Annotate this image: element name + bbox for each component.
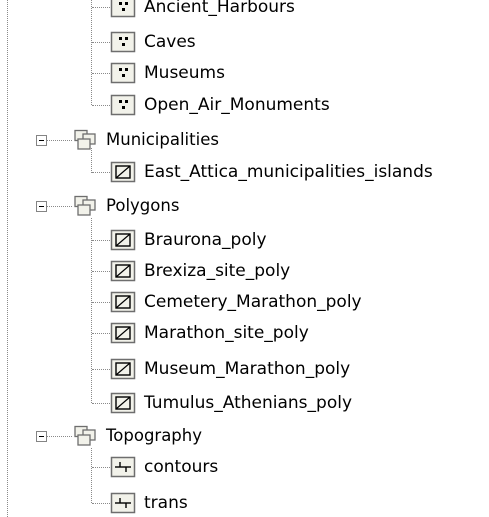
layer-item-polygon[interactable]: Cemetery_Marathon_poly (110, 287, 363, 317)
group-label: Polygons (106, 196, 180, 215)
layer-item-polygon[interactable]: Museum_Marathon_poly (110, 354, 351, 384)
collapse-toggle-icon[interactable] (36, 135, 47, 146)
layer-label: Marathon_site_poly (144, 323, 309, 343)
layer-item-point[interactable]: Museums (110, 58, 226, 88)
layer-item-line[interactable]: contours (110, 452, 219, 482)
layer-label: Brexiza_site_poly (144, 261, 291, 281)
layer-label: Open_Air_Monuments (144, 95, 330, 115)
layer-item-polygon[interactable]: East_Attica_municipalities_islands (110, 157, 434, 187)
layer-item-polygon[interactable]: Marathon_site_poly (110, 318, 310, 348)
layer-label: Tumulus_Athenians_poly (144, 393, 353, 413)
point-layer-icon (110, 94, 136, 116)
group-layer-icon (72, 195, 98, 217)
group-layer-icon (72, 425, 98, 447)
layer-label: Museum_Marathon_poly (144, 359, 351, 379)
polygon-layer-icon (110, 358, 136, 380)
layer-item-point[interactable]: Open_Air_Monuments (110, 90, 331, 120)
point-layer-icon (110, 0, 136, 18)
tree-branch-line (91, 218, 92, 403)
layer-label: contours (144, 457, 219, 477)
collapse-toggle-icon[interactable] (36, 201, 47, 212)
polygon-layer-icon (110, 392, 136, 414)
layer-item-point[interactable]: Ancient_Harbours (110, 0, 296, 22)
layer-label: Caves (144, 32, 196, 52)
tree-connector (92, 7, 110, 8)
line-layer-icon (110, 456, 136, 478)
tree-trunk-line (7, 0, 8, 517)
layer-item-point[interactable]: Caves (110, 27, 197, 57)
tree-connector (92, 302, 110, 303)
point-layer-icon (110, 62, 136, 84)
layer-tree: Ancient_Harbours Caves Museums Open_Air_… (0, 0, 489, 517)
tree-connector (92, 42, 110, 43)
polygon-layer-icon (110, 260, 136, 282)
layer-label: trans (144, 493, 188, 513)
tree-connector (92, 73, 110, 74)
group-item-topography[interactable]: Topography (72, 421, 203, 451)
tree-connector (92, 369, 110, 370)
group-layer-icon (72, 129, 98, 151)
layer-item-polygon[interactable]: Tumulus_Athenians_poly (110, 388, 353, 418)
tree-connector (92, 271, 110, 272)
layer-label: Cemetery_Marathon_poly (144, 292, 362, 312)
tree-connector (92, 240, 110, 241)
polygon-layer-icon (110, 291, 136, 313)
layer-label: Braurona_poly (144, 230, 267, 250)
polygon-layer-icon (110, 161, 136, 183)
tree-connector (92, 333, 110, 334)
group-item-municipalities[interactable]: Municipalities (72, 125, 220, 155)
layer-item-polygon[interactable]: Braurona_poly (110, 225, 268, 255)
group-label: Municipalities (106, 130, 219, 149)
tree-branch-line (91, 448, 92, 503)
tree-connector (92, 105, 110, 106)
line-layer-icon (110, 492, 136, 514)
layer-item-line[interactable]: trans (110, 488, 189, 517)
tree-branch-line (91, 0, 92, 105)
point-layer-icon (110, 31, 136, 53)
tree-connector (92, 467, 110, 468)
group-item-polygons[interactable]: Polygons (72, 191, 180, 221)
tree-connector (92, 503, 110, 504)
polygon-layer-icon (110, 322, 136, 344)
polygon-layer-icon (110, 229, 136, 251)
layer-label: Ancient_Harbours (144, 0, 295, 17)
tree-connector (92, 172, 110, 173)
layer-item-polygon[interactable]: Brexiza_site_poly (110, 256, 291, 286)
layer-label: East_Attica_municipalities_islands (144, 162, 433, 182)
collapse-toggle-icon[interactable] (36, 431, 47, 442)
group-label: Topography (106, 426, 203, 445)
tree-connector (92, 403, 110, 404)
layer-label: Museums (144, 63, 225, 83)
